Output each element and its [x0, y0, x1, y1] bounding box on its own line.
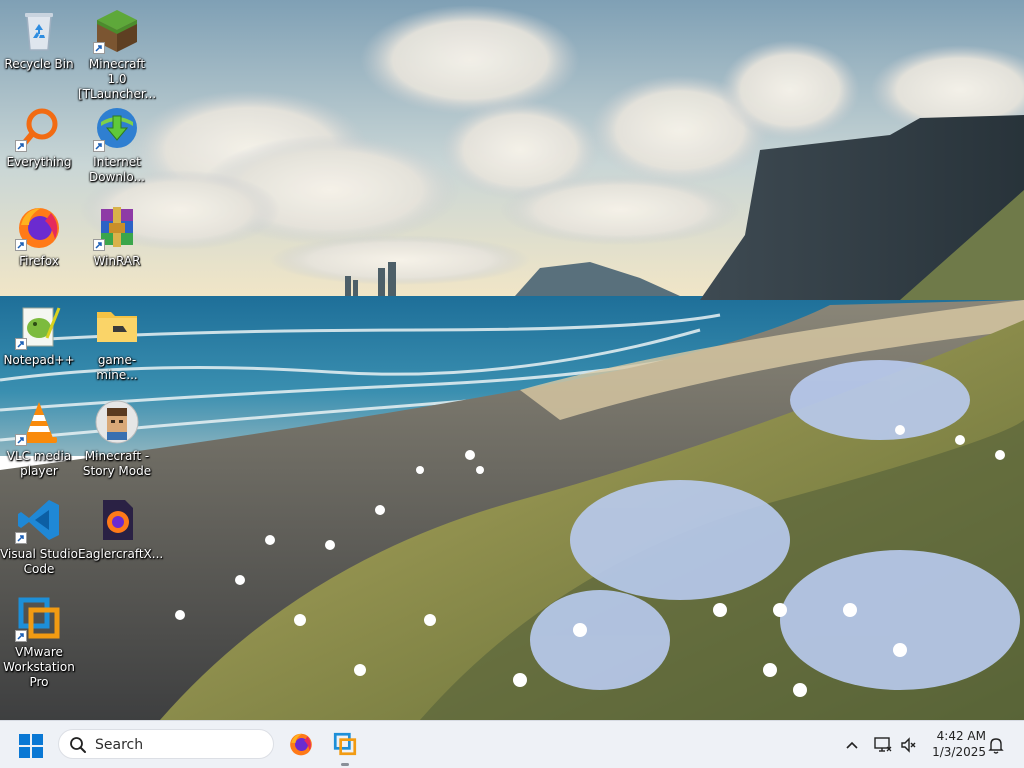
volume-button[interactable] [899, 735, 919, 755]
running-app-indicator [341, 763, 349, 766]
desktop-icon-label: Recycle Bin [4, 57, 74, 71]
desktop-icon-label: game-mine... [96, 353, 138, 382]
desktop-icon-recycle-bin[interactable]: Recycle Bin [0, 6, 78, 72]
desktop-icon-label: WinRAR [93, 254, 141, 268]
search-icon [70, 737, 86, 753]
desktop-icon-minecraft-story-mode[interactable]: Minecraft - Story Mode [78, 398, 156, 479]
desktop-icon-notepad-plus-plus[interactable]: Notepad++ [0, 302, 78, 368]
desktop-icon-label: Notepad++ [3, 353, 75, 367]
network-status-button[interactable] [873, 735, 893, 755]
desktop-icon-label: Visual Studio Code [0, 547, 78, 576]
desktop-icon-winrar[interactable]: WinRAR [78, 203, 156, 269]
desktop-icon-minecraft-tlauncher[interactable]: Minecraft 1.0 [TLauncher... [78, 6, 156, 102]
clock-date: 1/3/2025 [932, 745, 986, 759]
windows-logo-icon [19, 734, 43, 758]
desktop-icon-everything[interactable]: Everything [0, 104, 78, 170]
taskbar-search-box[interactable]: Search [58, 729, 274, 759]
desktop-icon-label: Firefox [19, 254, 59, 268]
desktop-icon-vscode[interactable]: Visual Studio Code [0, 496, 78, 577]
shortcut-arrow-icon [93, 42, 105, 54]
desktop-icon-internet-download-manager[interactable]: Internet Downlo... [78, 104, 156, 185]
recycle-bin-icon [25, 13, 53, 51]
desktop-icon-label: EaglercraftX... [78, 547, 164, 561]
notifications-button[interactable] [986, 735, 1006, 755]
firefox-icon [290, 733, 312, 756]
shortcut-arrow-icon [15, 239, 27, 251]
start-button[interactable] [18, 733, 44, 759]
shortcut-arrow-icon [93, 239, 105, 251]
bell-icon [988, 738, 1004, 754]
minecraft-story-mode-icon [95, 400, 139, 444]
desktop-icon-label: Minecraft - Story Mode [82, 449, 152, 478]
desktop-icon-label: Minecraft 1.0 [TLauncher... [78, 57, 157, 101]
shortcut-arrow-icon [93, 140, 105, 152]
shortcut-arrow-icon [15, 140, 27, 152]
desktop-icon-vmware[interactable]: VMware Workstation Pro [0, 594, 78, 690]
desktop-icon-label: VMware Workstation Pro [3, 645, 75, 689]
taskbar: Search 4:42 AM 1/3/2025 [0, 720, 1024, 768]
desktop-icon-firefox[interactable]: Firefox [0, 203, 78, 269]
desktop-icon-vlc[interactable]: VLC media player [0, 398, 78, 479]
taskbar-app-firefox[interactable] [286, 729, 316, 759]
clock-area[interactable]: 4:42 AM 1/3/2025 [926, 728, 986, 760]
taskbar-app-vmware[interactable] [330, 729, 360, 759]
shortcut-arrow-icon [15, 532, 27, 544]
speaker-muted-icon [901, 737, 916, 753]
network-disconnected-icon [874, 737, 892, 752]
clock-time: 4:42 AM [936, 729, 986, 743]
vmware-icon [333, 732, 357, 756]
search-placeholder: Search [95, 737, 144, 753]
desktop-icon-game-folder[interactable]: game-mine... [78, 302, 156, 383]
chevron-up-icon [846, 741, 858, 749]
shortcut-arrow-icon [15, 434, 27, 446]
shortcut-arrow-icon [15, 630, 27, 642]
desktop-icon-label: VLC media player [6, 449, 72, 478]
shortcut-arrow-icon [15, 338, 27, 350]
folder-icon [97, 312, 137, 342]
desktop-icon-label: Everything [6, 155, 72, 169]
desktop-icon-label: Internet Downlo... [89, 155, 145, 184]
show-hidden-icons-button[interactable] [842, 735, 862, 755]
firefox-document-icon [103, 500, 133, 540]
desktop-icon-eaglercraftx[interactable]: EaglercraftX... [78, 496, 164, 562]
